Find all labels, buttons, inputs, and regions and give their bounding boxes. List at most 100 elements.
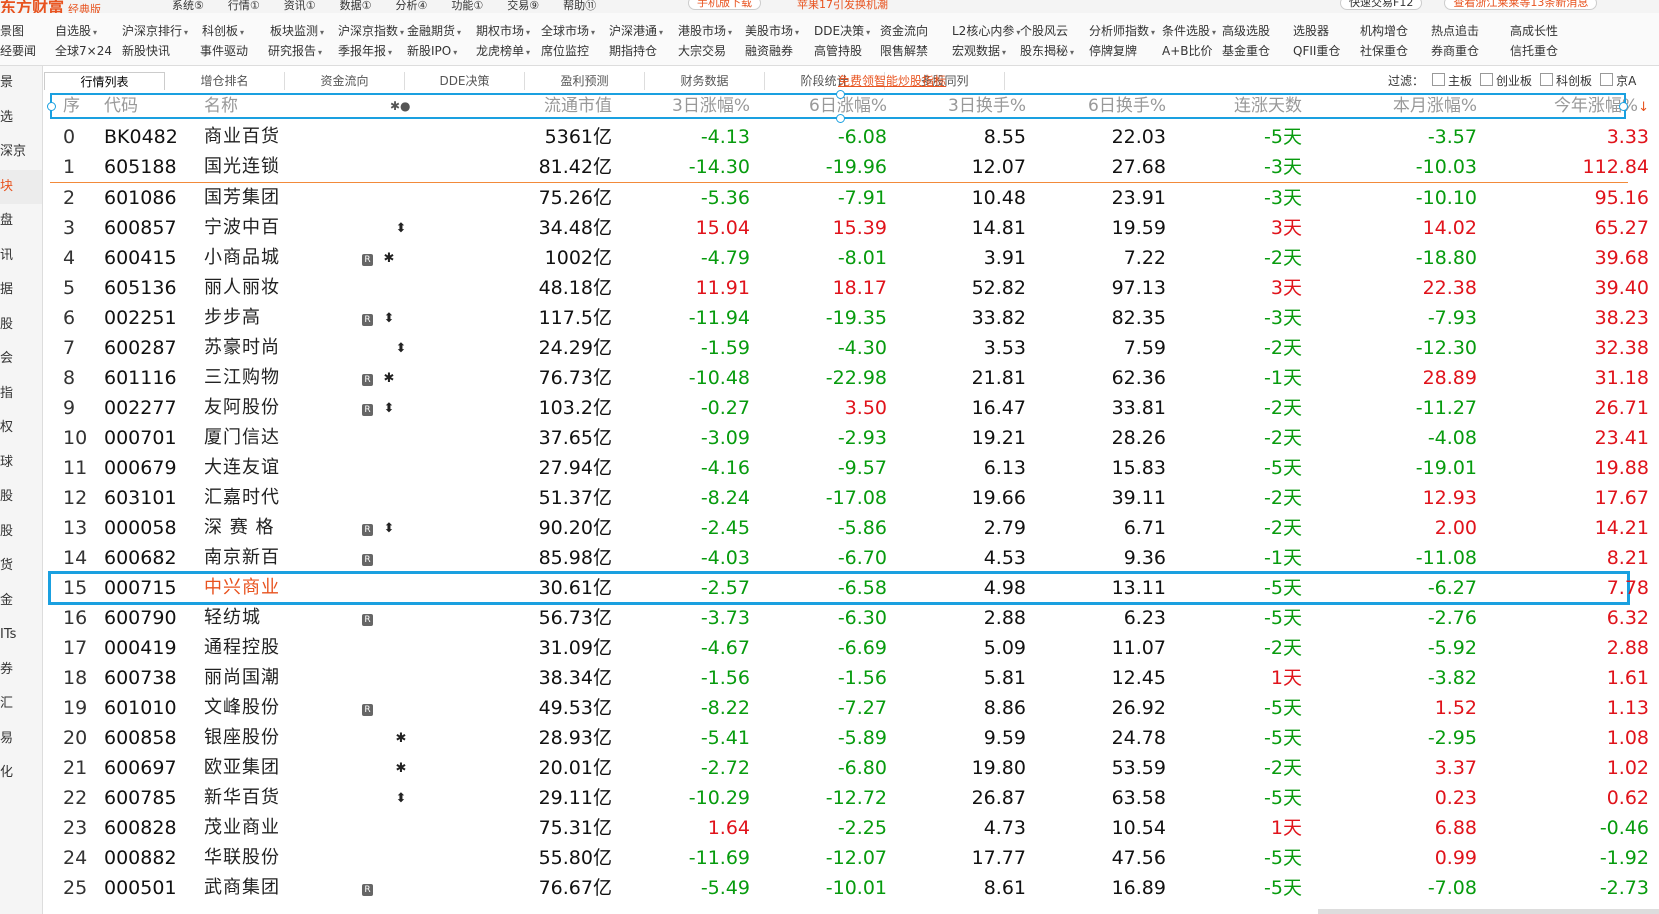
main-menu-item[interactable]: 数据① (340, 0, 372, 13)
horizontal-scrollbar[interactable] (1318, 909, 1659, 914)
menu-item[interactable]: 机构增仓 (1360, 21, 1408, 41)
row-name[interactable]: 国光连锁 (204, 152, 334, 182)
row-name[interactable]: 茂业商业 (204, 813, 334, 843)
sidebar-item[interactable]: 汇 (0, 687, 42, 722)
sidebar-item[interactable]: 易 (0, 722, 42, 757)
quick-trade-button[interactable]: 快速交易F12 (1340, 0, 1423, 10)
row-name[interactable]: 银座股份 (204, 723, 334, 753)
table-row[interactable]: 11 000679 大连友谊 27.94亿 -4.16 -9.57 6.13 15.83 -5天… (50, 453, 1649, 483)
checkbox[interactable] (1480, 73, 1494, 86)
menu-item[interactable]: 沪深京指数 ▾ (338, 21, 404, 43)
menu-item[interactable]: 大宗交易 (678, 41, 726, 61)
sidebar-item[interactable]: 块 (0, 169, 42, 204)
menu-item[interactable]: 社保重仓 (1360, 41, 1408, 61)
row-name[interactable]: 友阿股份 (204, 393, 334, 423)
table-row[interactable]: 7 600287 苏豪时尚 ⬍ 24.29亿 -1.59 -4.30 3.53 7.59 -2天 -… (50, 333, 1649, 363)
main-menu-item[interactable]: 分析④ (396, 0, 428, 13)
row-name[interactable]: 文峰股份 (204, 693, 334, 723)
main-menu-item[interactable]: 功能① (451, 0, 483, 13)
menu-item[interactable]: 板块监测 ▾ (270, 21, 324, 43)
tab-4[interactable]: 盈利预测 (525, 72, 645, 90)
free-indicator-link[interactable]: 免费领智能炒股指标 (838, 72, 946, 90)
menu-item[interactable]: 美股市场 ▾ (745, 21, 799, 43)
table-row[interactable]: 6 002251 步步高 R ⬍ 117.5亿 -11.94 -19.35 33.82 82.35… (50, 303, 1649, 333)
resize-handle[interactable] (1619, 102, 1628, 111)
filter-chinext[interactable]: 创业板 (1480, 72, 1532, 90)
menu-item[interactable]: 全球市场 ▾ (541, 21, 595, 43)
sidebar-item[interactable]: 深京 (0, 135, 42, 170)
menu-item[interactable]: 个股风云 (1020, 21, 1068, 41)
row-name[interactable]: 国芳集团 (204, 183, 334, 213)
row-name[interactable]: 通程控股 (204, 633, 334, 663)
main-menu-item[interactable]: 交易⑨ (507, 0, 539, 13)
sidebar-item[interactable]: 股 (0, 308, 42, 343)
row-name[interactable]: 三江购物 (204, 363, 334, 393)
table-row[interactable]: 8 601116 三江购物 R ✱ 76.73亿 -10.48 -22.98 21.81 62.3… (50, 363, 1649, 393)
table-row[interactable]: 15 000715 中兴商业 30.61亿 -2.57 -6.58 4.98 13.11 -5天… (48, 571, 1649, 605)
menu-item[interactable]: 自选股 ▾ (55, 21, 97, 43)
table-row[interactable]: 2 601086 国芳集团 75.26亿 -5.36 -7.91 10.48 23.91 -3天… (50, 183, 1649, 213)
row-name[interactable]: 中兴商业 (204, 573, 334, 603)
table-row[interactable]: 24 000882 华联股份 55.80亿 -11.69 -12.07 17.77 47.56… (50, 843, 1649, 873)
menu-item[interactable]: 停牌复牌 (1089, 41, 1137, 61)
menu-item[interactable]: 条件选股 ▾ (1162, 21, 1216, 43)
menu-item[interactable]: 信托重仓 (1510, 41, 1558, 61)
sidebar-item[interactable]: 股 (0, 480, 42, 515)
table-row[interactable]: 5 605136 丽人丽妆 48.18亿 11.91 18.17 52.82 97.13 3天 2… (50, 273, 1649, 303)
sidebar-item[interactable]: ITs (0, 618, 42, 653)
menu-item[interactable]: A+B比价 (1162, 41, 1213, 61)
table-row[interactable]: 3 600857 宁波中百 ⬍ 34.48亿 15.04 15.39 14.81 19.59 3天… (50, 213, 1649, 243)
table-row[interactable]: 16 600790 轻纺城 R 56.73亿 -3.73 -6.30 2.88 6.23 -5天 -… (50, 603, 1649, 633)
sidebar-item[interactable]: 会 (0, 342, 42, 377)
menu-item[interactable]: 新股快讯 (122, 41, 170, 61)
table-row[interactable]: 19 601010 文峰股份 R 49.53亿 -8.22 -7.27 8.86 26.92 -5… (50, 693, 1649, 723)
table-row[interactable]: 25 000501 武商集团 R 76.67亿 -5.49 -10.01 8.61 16.89 -… (50, 873, 1649, 903)
sidebar-item[interactable]: 盘 (0, 204, 42, 239)
menu-item[interactable]: 全球7×24 (55, 41, 112, 61)
tab-5[interactable]: 财务数据 (645, 72, 765, 90)
table-row[interactable]: 10 000701 厦门信达 37.65亿 -3.09 -2.93 19.21 28.26 -2… (50, 423, 1649, 453)
menu-item[interactable]: 热点追击 (1431, 21, 1479, 41)
menu-item[interactable]: 沪深京排行 ▾ (122, 21, 188, 43)
sidebar-item[interactable]: 金 (0, 584, 42, 619)
mobile-download-link[interactable]: 手机版下载 (688, 0, 761, 10)
checkbox[interactable] (1432, 73, 1446, 86)
row-name[interactable]: 厦门信达 (204, 423, 334, 453)
menu-item[interactable]: 事件驱动 (200, 41, 248, 61)
menu-item[interactable]: 季报年报 ▾ (338, 41, 392, 63)
tab-1[interactable]: 增仓排名 (165, 72, 285, 90)
news-notice-link[interactable]: 查看浙江莱莱等13条新消息 (1444, 0, 1598, 10)
sidebar-item[interactable]: 股 (0, 515, 42, 550)
table-row[interactable]: 12 603101 汇嘉时代 51.37亿 -8.24 -17.08 19.66 39.11 -… (50, 483, 1649, 513)
menu-item[interactable]: 席位监控 (541, 41, 589, 61)
sidebar-item[interactable]: 球 (0, 446, 42, 481)
menu-item[interactable]: 限售解禁 (880, 41, 928, 61)
menu-item[interactable]: 融资融券 (745, 41, 793, 61)
table-row[interactable]: 23 600828 茂业商业 75.31亿 1.64 -2.25 4.73 10.54 1天 6.… (50, 813, 1649, 843)
tab-3[interactable]: DDE决策 (405, 72, 525, 90)
menu-item[interactable]: 研究报告 ▾ (268, 41, 322, 63)
menu-item[interactable]: DDE决策 ▾ (814, 21, 870, 43)
menu-item[interactable]: 高级选股 (1222, 21, 1270, 41)
menu-item[interactable]: 新股IPO ▾ (407, 41, 457, 63)
menu-item[interactable]: 期指持仓 (609, 41, 657, 61)
sidebar-item[interactable]: 货 (0, 549, 42, 584)
row-name[interactable]: 小商品城 (204, 243, 334, 273)
checkbox[interactable] (1600, 73, 1614, 86)
tab-0[interactable]: 行情列表 (44, 72, 165, 90)
menu-item[interactable]: 龙虎榜单 ▾ (476, 41, 530, 63)
table-row[interactable]: 18 600738 丽尚国潮 38.34亿 -1.56 -1.56 5.81 12.45 1天 -… (50, 663, 1649, 693)
menu-item[interactable]: 分析师指数 ▾ (1089, 21, 1155, 43)
menu-item[interactable]: 基金重仓 (1222, 41, 1270, 61)
menu-item[interactable]: 资金流向 (880, 21, 928, 41)
menu-item[interactable]: 景图 (0, 21, 24, 41)
menu-item[interactable]: 股东揭秘 ▾ (1020, 41, 1074, 63)
sidebar-item[interactable]: 据 (0, 273, 42, 308)
main-menu-item[interactable]: 帮助⑪ (563, 0, 596, 13)
menu-item[interactable]: 选股器 (1293, 21, 1329, 41)
sidebar-item[interactable]: 化 (0, 756, 42, 791)
menu-item[interactable]: 券商重仓 (1431, 41, 1479, 61)
main-menu-item[interactable]: 资讯① (284, 0, 316, 13)
sidebar-item[interactable]: 选 (0, 101, 42, 136)
row-name[interactable]: 欧亚集团 (204, 753, 334, 783)
